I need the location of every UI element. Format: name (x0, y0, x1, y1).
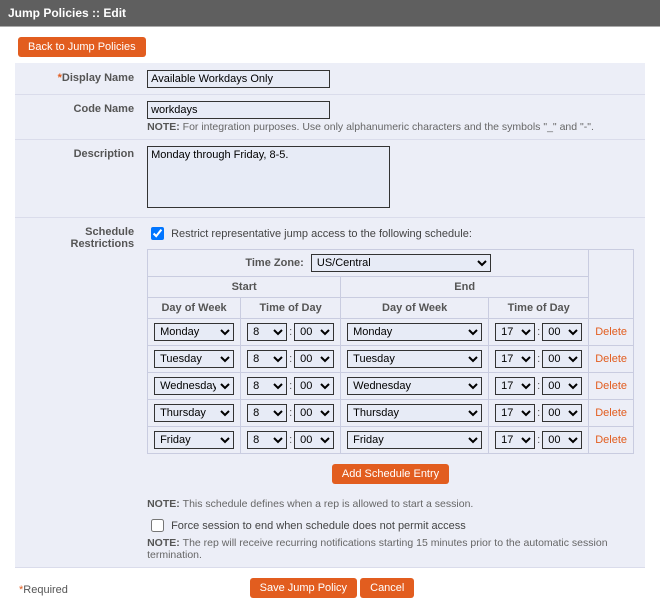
timezone-label: Time Zone: (245, 257, 303, 269)
start-hour-select[interactable]: 8 (247, 323, 287, 341)
start-dow-select[interactable]: Wednesday (154, 377, 234, 395)
timezone-select[interactable]: US/Central (311, 254, 491, 272)
start-minute-select[interactable]: 00 (294, 350, 334, 368)
end-hour-select[interactable]: 17 (495, 404, 535, 422)
label-display-name: *Display Name (16, 64, 141, 95)
start-minute-select[interactable]: 00 (294, 377, 334, 395)
table-row: Wednesday8 : 00Wednesday17 : 00Delete (148, 373, 634, 400)
end-dow-select[interactable]: Thursday (347, 404, 482, 422)
end-minute-select[interactable]: 00 (542, 350, 582, 368)
required-note: *Required (15, 578, 159, 602)
save-button[interactable]: Save Jump Policy (250, 578, 357, 598)
restrict-schedule-checkbox-row[interactable]: Restrict representative jump access to t… (147, 224, 634, 243)
start-minute-select[interactable]: 00 (294, 323, 334, 341)
start-minute-select[interactable]: 00 (294, 404, 334, 422)
delete-row-link[interactable]: Delete (595, 380, 627, 392)
force-end-note: NOTE: The rep will receive recurring not… (147, 537, 634, 561)
page-title: Jump Policies :: Edit (0, 0, 660, 27)
end-dow-select[interactable]: Monday (347, 323, 482, 341)
end-dow-select[interactable]: Friday (347, 431, 482, 449)
end-minute-select[interactable]: 00 (542, 431, 582, 449)
code-name-input[interactable] (147, 101, 330, 119)
label-code-name: Code Name (16, 95, 141, 140)
start-dow-select[interactable]: Tuesday (154, 350, 234, 368)
end-dow-select[interactable]: Tuesday (347, 350, 482, 368)
end-minute-select[interactable]: 00 (542, 404, 582, 422)
label-schedule: Schedule Restrictions (16, 218, 141, 568)
back-to-policies-button[interactable]: Back to Jump Policies (18, 37, 146, 57)
col-start-dow: Day of Week (148, 298, 241, 319)
start-hour-select[interactable]: 8 (247, 431, 287, 449)
delete-row-link[interactable]: Delete (595, 407, 627, 419)
col-end-tod: Time of Day (489, 298, 589, 319)
display-name-input[interactable] (147, 70, 330, 88)
end-hour-select[interactable]: 17 (495, 431, 535, 449)
end-minute-select[interactable]: 00 (542, 323, 582, 341)
add-schedule-entry-button[interactable]: Add Schedule Entry (332, 464, 449, 484)
schedule-note: NOTE: This schedule defines when a rep i… (147, 498, 634, 510)
end-minute-select[interactable]: 00 (542, 377, 582, 395)
start-hour-select[interactable]: 8 (247, 404, 287, 422)
cancel-button[interactable]: Cancel (360, 578, 414, 598)
code-name-note: NOTE: For integration purposes. Use only… (147, 121, 634, 133)
table-row: Thursday8 : 00Thursday17 : 00Delete (148, 400, 634, 427)
end-hour-select[interactable]: 17 (495, 350, 535, 368)
start-hour-select[interactable]: 8 (247, 350, 287, 368)
end-hour-select[interactable]: 17 (495, 377, 535, 395)
delete-row-link[interactable]: Delete (595, 326, 627, 338)
delete-row-link[interactable]: Delete (595, 434, 627, 446)
force-end-checkbox[interactable] (151, 519, 164, 532)
timezone-row: Time Zone: US/Central (148, 250, 634, 277)
table-row: Monday8 : 00Monday17 : 00Delete (148, 319, 634, 346)
description-textarea[interactable]: Monday through Friday, 8-5. (147, 146, 390, 208)
label-description: Description (16, 140, 141, 218)
end-dow-select[interactable]: Wednesday (347, 377, 482, 395)
table-row: Tuesday8 : 00Tuesday17 : 00Delete (148, 346, 634, 373)
col-start-header: Start (148, 277, 341, 298)
start-dow-select[interactable]: Thursday (154, 404, 234, 422)
table-row: Friday8 : 00Friday17 : 00Delete (148, 427, 634, 454)
start-hour-select[interactable]: 8 (247, 377, 287, 395)
schedule-table: Time Zone: US/Central Start End (147, 249, 634, 494)
start-dow-select[interactable]: Friday (154, 431, 234, 449)
delete-row-link[interactable]: Delete (595, 353, 627, 365)
start-dow-select[interactable]: Monday (154, 323, 234, 341)
force-end-checkbox-row[interactable]: Force session to end when schedule does … (147, 516, 634, 535)
start-minute-select[interactable]: 00 (294, 431, 334, 449)
end-hour-select[interactable]: 17 (495, 323, 535, 341)
col-end-dow: Day of Week (341, 298, 489, 319)
restrict-schedule-checkbox[interactable] (151, 227, 164, 240)
col-end-header: End (341, 277, 589, 298)
col-start-tod: Time of Day (241, 298, 341, 319)
